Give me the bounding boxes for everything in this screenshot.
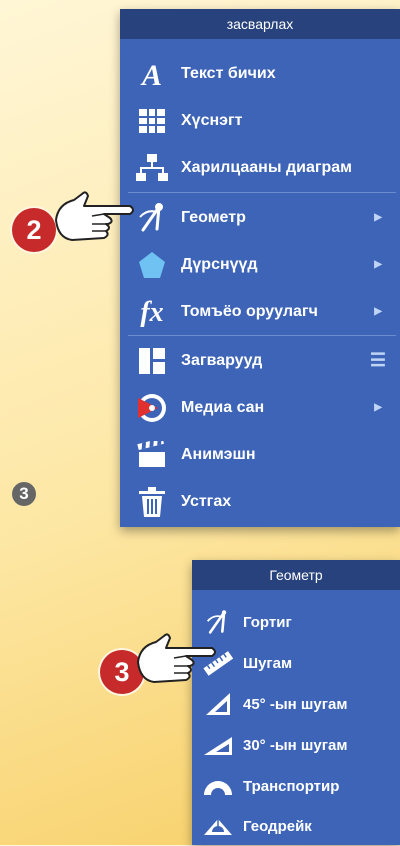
menu-item-shapes[interactable]: Дүрснүүд ▶ (120, 241, 400, 288)
menu-title: засварлах (120, 9, 400, 39)
geometry-submenu-panel: Геометр Гортиг Шугам 45° -ын шугам 30° -… (192, 560, 400, 845)
protractor-icon (202, 775, 234, 797)
layout-icon (132, 347, 172, 374)
submenu-item-ruler[interactable]: Шугам (192, 643, 400, 683)
menu-item-table[interactable]: Хүснэгт (120, 97, 400, 144)
menu-item-formula[interactable]: fx Томъёо оруулагч ▶ (120, 288, 400, 335)
submenu-item-30-square[interactable]: 30° -ын шугам (192, 725, 400, 765)
menu-item-media[interactable]: Медиа сан ▶ (120, 384, 400, 431)
step-2-badge: 2 (12, 208, 56, 252)
diagram-icon (132, 153, 172, 182)
menu-separator (128, 335, 396, 336)
trash-icon (132, 486, 172, 517)
submenu-item-compass[interactable]: Гортиг (192, 602, 400, 642)
geodreieck-icon (202, 815, 234, 837)
menu-item-geometry[interactable]: Геометр ▶ (120, 194, 400, 241)
pointing-hand-icon (55, 191, 134, 241)
pointing-hand-icon (137, 633, 216, 683)
menu-item-animation[interactable]: Анимэшн (120, 431, 400, 478)
formula-icon: fx (132, 296, 172, 328)
pentagon-icon (132, 250, 172, 280)
submenu-arrow-icon: ▶ (374, 402, 382, 413)
table-icon (132, 108, 172, 133)
menu-item-text[interactable]: A Текст бичих (120, 50, 400, 97)
submenu-arrow-icon: ▶ (374, 259, 382, 270)
menu-separator (128, 192, 396, 193)
menu-item-diagram[interactable]: Харилцааны диаграм (120, 144, 400, 191)
menu-item-delete[interactable]: Устгах (120, 478, 400, 525)
submenu-item-geodreieck[interactable]: Геодрейк (192, 806, 400, 846)
submenu-item-45-square[interactable]: 45° -ын шугам (192, 684, 400, 724)
submenu-arrow-icon: ▶ (374, 306, 382, 317)
compass-icon (132, 202, 172, 233)
submenu-item-protractor[interactable]: Транспортир (192, 766, 400, 806)
set-square-30-icon (202, 733, 234, 757)
submenu-arrow-icon: ▶ (374, 212, 382, 223)
svg-text:A: A (140, 59, 162, 89)
hamburger-icon: ☰ (369, 350, 386, 370)
set-square-45-icon (202, 691, 234, 717)
submenu-title: Геометр (192, 560, 400, 590)
svg-text:fx: fx (140, 297, 163, 328)
text-icon: A (132, 59, 172, 89)
clapperboard-icon (132, 440, 172, 469)
step-3-marker: 3 (12, 482, 36, 506)
media-icon (132, 392, 172, 424)
menu-item-templates[interactable]: Загварууд ☰ (120, 337, 400, 384)
edit-menu-panel: засварлах A Текст бичих Хүснэгт Харилцаа… (120, 9, 400, 527)
